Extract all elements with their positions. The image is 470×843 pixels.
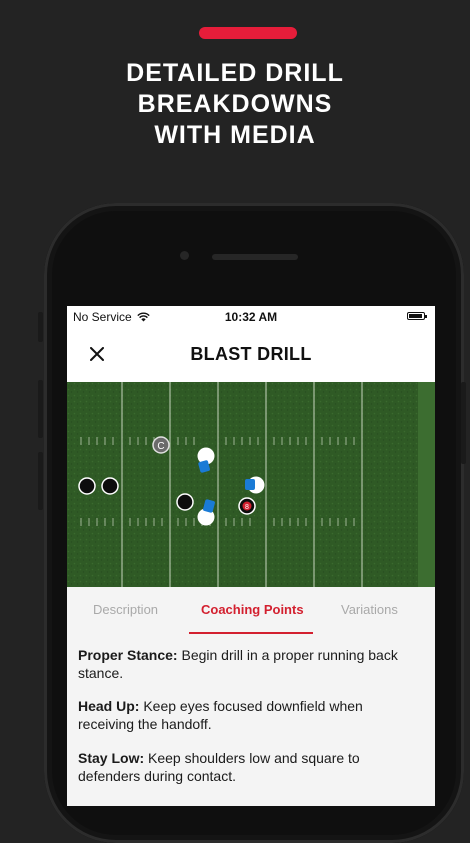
nav-bar: BLAST DRILL: [67, 328, 435, 382]
coaching-points-list: Proper Stance: Begin drill in a proper r…: [67, 635, 435, 806]
active-tab-indicator: [189, 632, 313, 634]
coaching-point-title: Stay Low:: [78, 750, 145, 766]
accent-bar: [199, 27, 297, 39]
earpiece-speaker: [212, 254, 298, 260]
status-bar: No Service 10:32 AM: [67, 306, 435, 328]
field-svg: C 8: [67, 382, 435, 587]
headline-line-2: BREAKDOWNS: [137, 90, 333, 118]
tab-coaching-points[interactable]: Coaching Points: [201, 602, 304, 617]
ball-carrier-marker: 8: [238, 497, 256, 515]
sideline-area: [418, 382, 435, 587]
coaching-point: Head Up: Keep eyes focused downfield whe…: [78, 697, 418, 733]
coaching-point-title: Head Up:: [78, 698, 140, 714]
headline-line-1: DETAILED DRILL: [126, 59, 344, 87]
player-black-3: [176, 493, 194, 511]
phone-volume-up: [38, 380, 43, 438]
front-camera: [180, 251, 189, 260]
coaching-point: Stay Low: Keep shoulders low and square …: [78, 749, 418, 785]
coaching-point-title: Proper Stance:: [78, 647, 178, 663]
tab-bar: Description Coaching Points Variations: [67, 587, 435, 635]
player-black-2: [101, 477, 119, 495]
coach-label: C: [157, 441, 164, 452]
phone-side-button: [38, 312, 43, 342]
tab-description[interactable]: Description: [93, 602, 158, 617]
coaching-point: Proper Stance: Begin drill in a proper r…: [78, 646, 418, 682]
phone-power-button: [461, 382, 466, 464]
promo-headline: DETAILED DRILL BREAKDOWNS WITH MEDIA: [0, 58, 470, 151]
drill-diagram[interactable]: C 8: [67, 382, 435, 587]
page-title: BLAST DRILL: [190, 344, 312, 364]
tab-variations[interactable]: Variations: [341, 602, 398, 617]
app-screen: No Service 10:32 AM BLAST DRILL C 8 Desc…: [67, 306, 435, 806]
coach-marker: C: [152, 436, 170, 454]
ball-carrier-label: 8: [245, 504, 249, 511]
headline-line-3: WITH MEDIA: [154, 121, 316, 149]
phone-volume-down: [38, 452, 43, 510]
battery-icon: [407, 312, 427, 320]
player-black-1: [78, 477, 96, 495]
status-time: 10:32 AM: [224, 310, 278, 324]
